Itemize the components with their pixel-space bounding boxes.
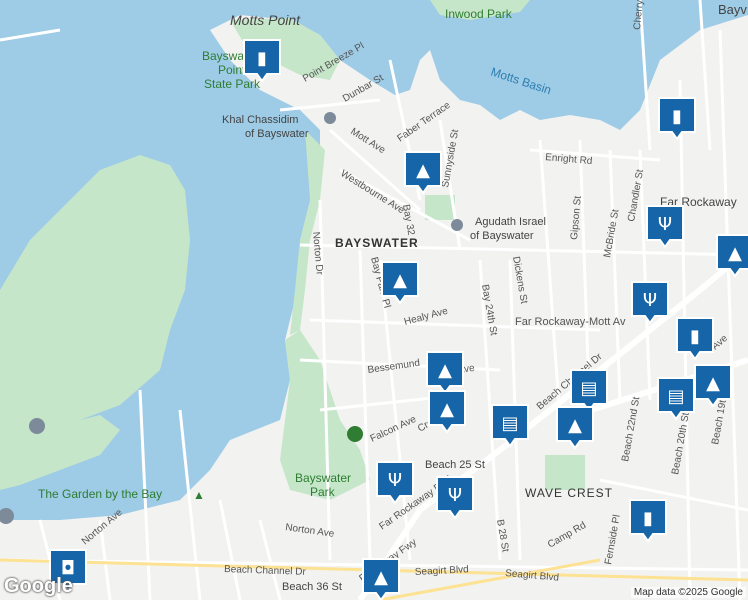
bayswater-park-label-2: Park [310, 485, 336, 499]
garden-by-bay-label: The Garden by the Bay [38, 487, 162, 501]
inwood-park-label: Inwood Park [445, 7, 513, 21]
restaurant-icon: Ψ [658, 214, 672, 235]
grocery-icon: ▤ [501, 413, 518, 434]
school-icon: ▲ [728, 243, 742, 264]
restaurant-icon: Ψ [448, 485, 462, 506]
grocery-marker[interactable]: ▤ [570, 369, 608, 413]
small-park [425, 195, 455, 220]
khal-of-bayswater-label: of Bayswater [245, 128, 309, 140]
museum-icon[interactable] [29, 418, 45, 434]
wave-crest-label: WAVE CREST [525, 486, 613, 500]
grocery-icon: ▤ [667, 386, 684, 407]
shopping-icon: ▮ [257, 48, 267, 69]
shopping-marker[interactable]: ▮ [243, 39, 281, 83]
school-marker[interactable]: ▲ [404, 151, 442, 195]
restaurant-marker[interactable]: Ψ [631, 281, 669, 325]
restaurant-marker[interactable]: Ψ [436, 476, 474, 520]
shopping-marker[interactable]: ▮ [676, 317, 714, 361]
synagogue-icon[interactable] [324, 112, 336, 124]
school-icon: ▲ [568, 415, 582, 436]
google-logo[interactable]: Google [4, 575, 73, 598]
school-marker[interactable]: ▲ [428, 390, 466, 434]
school-icon: ▲ [393, 270, 407, 291]
grocery-marker[interactable]: ▤ [491, 404, 529, 448]
shopping-icon: ▮ [672, 106, 682, 127]
school-marker[interactable]: ▲ [694, 364, 732, 408]
state-park-label-3: State Park [204, 77, 261, 91]
school-icon: ▲ [440, 399, 454, 420]
restaurant-marker[interactable]: Ψ [376, 461, 414, 505]
far-rockaway-mott-label: Far Rockaway-Mott Av [515, 316, 626, 328]
shopping-icon: ▮ [690, 326, 700, 347]
grocery-icon: ▤ [580, 378, 597, 399]
school-icon: ▲ [416, 160, 430, 181]
beach-36-st-label: Beach 36 St [282, 581, 342, 593]
synagogue-icon-2[interactable] [451, 219, 463, 231]
school-marker[interactable]: ▲ [381, 261, 419, 305]
school-icon: ▲ [438, 360, 452, 381]
map-canvas[interactable]: Motts Point Inwood Park Motts Basin Bays… [0, 0, 748, 600]
school-marker[interactable]: ▲ [716, 234, 748, 278]
motts-point-label: Motts Point [230, 12, 301, 28]
restaurant-icon: Ψ [388, 470, 402, 491]
grocery-marker[interactable]: ▤ [657, 377, 695, 421]
state-park-label-2: Point [218, 63, 246, 77]
school-marker[interactable]: ▲ [362, 558, 400, 600]
school-marker[interactable]: ▲ [556, 406, 594, 450]
map-attribution[interactable]: Map data ©2025 Google [630, 587, 746, 598]
shopping-marker[interactable]: ▮ [629, 499, 667, 543]
restaurant-marker[interactable]: Ψ [646, 205, 684, 249]
school-marker[interactable]: ▲ [426, 351, 464, 395]
shopping-icon: ▮ [643, 508, 653, 529]
khal-chassidim-label: Khal Chassidim [222, 114, 298, 126]
park-pin-icon[interactable] [347, 426, 363, 442]
bayswater-park-label-1: Bayswater [295, 471, 351, 485]
school-icon: ▲ [374, 567, 388, 588]
shopping-marker[interactable]: ▮ [658, 97, 696, 141]
school-icon: ▲ [706, 373, 720, 394]
restaurant-icon: Ψ [643, 290, 657, 311]
bayview-label: Bayv [718, 2, 747, 17]
garden-tree-icon: ▲ [193, 488, 205, 502]
bayswater-neighborhood-label: BAYSWATER [335, 236, 419, 250]
agudath-of-bayswater-label: of Bayswater [470, 230, 534, 242]
beach-25-st-label: Beach 25 St [425, 459, 485, 471]
small-park-2 [545, 455, 585, 490]
agudath-israel-label: Agudath Israel [475, 216, 546, 228]
